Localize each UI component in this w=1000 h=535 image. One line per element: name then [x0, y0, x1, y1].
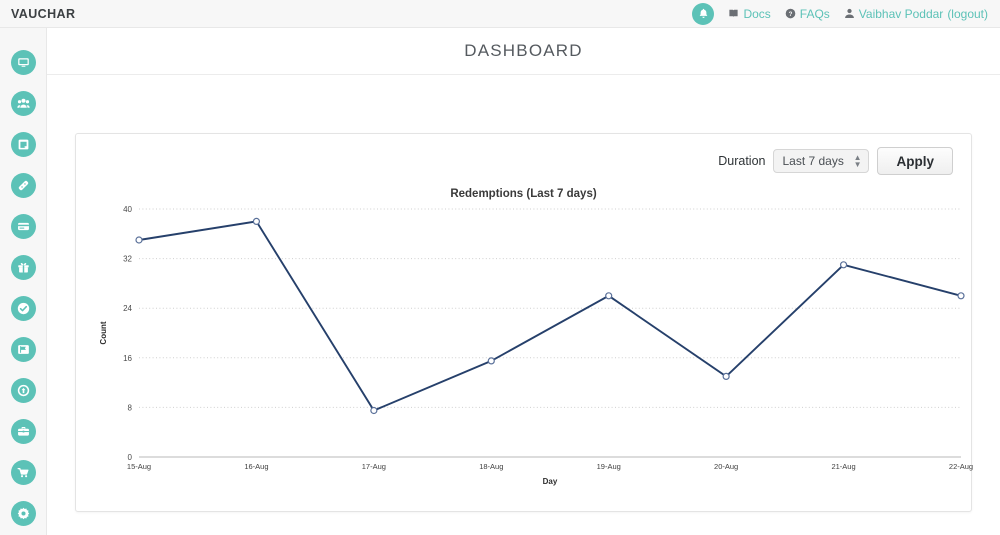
gift-icon [11, 255, 36, 280]
x-tick-label: 17-Aug [362, 462, 386, 471]
page-header: DASHBOARD [47, 28, 1000, 75]
sidebar-item-settings[interactable] [0, 493, 47, 534]
sidebar-item-campaigns[interactable] [0, 329, 47, 370]
users-icon [11, 91, 36, 116]
x-axis-label: Day [543, 477, 558, 486]
sidebar-item-business[interactable] [0, 411, 47, 452]
dashboard-card: Duration Last 7 days ▲ ▼ Apply Redemption… [75, 133, 973, 512]
x-tick-label: 22-Aug [949, 462, 973, 471]
sidebar-item-cards[interactable] [0, 206, 47, 247]
x-tick-label: 20-Aug [714, 462, 738, 471]
user-name: Vaibhav Poddar [858, 6, 944, 21]
card-icon [11, 214, 36, 239]
data-point [252, 217, 261, 226]
faqs-link[interactable]: ? FAQs [785, 7, 830, 21]
y-tick-label: 8 [128, 403, 133, 412]
redemptions-line-chart: 0 8 16 24 32 40 15-Aug 16-Aug 17-Aug 18-Aug 19-Aug… [99, 205, 973, 486]
x-tick-label: 19-Aug [597, 462, 621, 471]
notes-icon [11, 132, 36, 157]
brand-logo[interactable]: VAUCHAR [11, 7, 75, 21]
x-tick-label: 16-Aug [244, 462, 268, 471]
x-tick-label: 21-Aug [831, 462, 855, 471]
page-title: DASHBOARD [464, 41, 583, 60]
cart-icon [11, 460, 36, 485]
data-point [605, 292, 613, 300]
y-axis-label: Count [99, 321, 108, 344]
y-tick-label: 24 [123, 304, 132, 313]
top-bar: VAUCHAR Docs ? FAQs Vaibhav Poddar (logo… [0, 0, 1000, 28]
y-tick-label: 40 [123, 205, 132, 214]
sidebar-item-dashboard[interactable] [0, 42, 47, 83]
user-icon [844, 8, 855, 19]
data-point [722, 372, 730, 380]
flag-icon [11, 337, 36, 362]
y-tick-label: 0 [128, 453, 133, 462]
y-tick-label: 16 [123, 354, 132, 363]
question-circle-icon: ? [785, 8, 796, 19]
x-tick-label: 18-Aug [479, 462, 503, 471]
sidebar-item-gifts[interactable] [0, 247, 47, 288]
monitor-icon [11, 50, 36, 75]
docs-link[interactable]: Docs [728, 6, 771, 21]
sidebar-item-orders[interactable] [0, 452, 47, 493]
svg-text:?: ? [788, 11, 792, 18]
sidebar-item-users[interactable] [0, 83, 47, 124]
book-icon [728, 8, 739, 19]
sidebar [0, 28, 47, 535]
sidebar-item-coupons[interactable] [0, 165, 47, 206]
y-tick-label: 32 [123, 255, 132, 264]
data-point [957, 292, 965, 300]
logout-link[interactable]: (logout) [947, 7, 988, 21]
docs-label: Docs [743, 6, 771, 21]
upload-circle-icon [11, 378, 36, 403]
sidebar-item-notes[interactable] [0, 124, 47, 165]
tag-icon [11, 173, 36, 198]
user-menu[interactable]: Vaibhav Poddar (logout) [844, 7, 988, 21]
series-line [138, 220, 962, 412]
data-point [135, 236, 143, 244]
sidebar-item-uploads[interactable] [0, 370, 47, 411]
x-tick-label: 15-Aug [127, 462, 151, 471]
briefcase-icon [11, 419, 36, 444]
data-point [487, 357, 495, 365]
faqs-label: FAQs [799, 6, 830, 21]
top-bar-right: Docs ? FAQs Vaibhav Poddar (logout) [692, 2, 1000, 25]
sidebar-item-redemptions[interactable] [0, 288, 47, 329]
gear-icon [11, 501, 36, 526]
bell-icon[interactable] [692, 2, 715, 25]
data-point [839, 261, 848, 269]
check-circle-icon [11, 296, 36, 321]
main-content: DASHBOARD Duration Last 7 days ▲ ▼ Apply … [47, 28, 1000, 535]
data-point [370, 406, 378, 415]
